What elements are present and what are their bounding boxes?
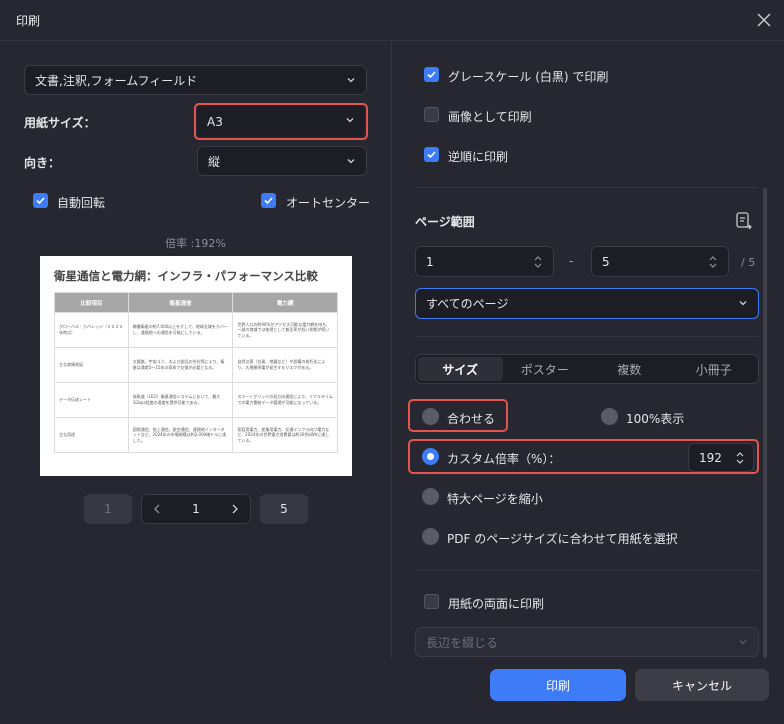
grayscale-label: グレースケール (白黒) で印刷 xyxy=(448,70,609,84)
chevron-left-icon[interactable] xyxy=(152,503,162,515)
check-icon xyxy=(427,71,436,79)
print-button[interactable]: 印刷 xyxy=(490,669,626,701)
shrink-label: 特大ページを縮小 xyxy=(447,492,543,506)
tab-size[interactable]: サイズ xyxy=(418,357,503,381)
close-icon[interactable] xyxy=(754,10,774,30)
dialog-title: 印刷 xyxy=(16,14,41,28)
fit-label: 合わせる xyxy=(447,412,496,426)
panel-divider xyxy=(391,41,392,659)
section-divider xyxy=(415,570,759,571)
stepper-icon[interactable] xyxy=(708,254,718,270)
content-select[interactable]: 文書,注釈,フォームフィールド xyxy=(24,65,367,95)
cancel-button[interactable]: キャンセル xyxy=(635,669,769,701)
table-row: グローバル・カバレッジ（２０２４年時点） 稼働衛星の約7,000以上を介して、地… xyxy=(54,312,338,348)
tab-booklet[interactable]: 小冊子 xyxy=(672,357,757,381)
preview-header: 比較項目 xyxy=(54,292,129,313)
as-image-label: 画像として印刷 xyxy=(448,110,532,124)
pdf-page-size-label: PDF のページサイズに合わせて用紙を選択 xyxy=(447,532,678,546)
last-page-button[interactable]: 5 xyxy=(260,494,308,524)
paper-size-label: 用紙サイズ： xyxy=(24,116,96,130)
preview-cell: 世界人口の約90%がアクセス可能な電力網を持ち、一部の地域では依然として普及率が… xyxy=(232,312,338,348)
stepper-icon[interactable] xyxy=(533,254,543,270)
chevron-right-icon[interactable] xyxy=(230,503,240,515)
duplex-label: 用紙の両面に印刷 xyxy=(448,597,545,611)
preview-title: 衛星通信と電力網：インフラ・パフォーマンス比較 xyxy=(54,269,318,283)
orientation-label: 向き： xyxy=(24,156,61,170)
header-divider xyxy=(0,40,784,41)
reverse-order-label: 逆順に印刷 xyxy=(448,150,509,164)
preview-cell: 主な用途 xyxy=(54,417,129,453)
check-icon xyxy=(427,151,436,159)
actual-size-radio[interactable] xyxy=(601,408,618,425)
binding-select[interactable]: 長辺を綴じる xyxy=(415,627,759,657)
preview-cell: グローバル・カバレッジ（２０２４年時点） xyxy=(54,312,129,348)
preview-header: 衛星通信 xyxy=(127,292,234,313)
preview-cell: スマートグリッドの双方向通信により、リアルタイムでの電力需給データ管理が可能にな… xyxy=(232,382,338,418)
as-image-checkbox[interactable] xyxy=(424,107,439,122)
shrink-radio[interactable] xyxy=(422,488,439,505)
auto-center-checkbox[interactable] xyxy=(261,193,276,208)
preview-table: 比較項目 衛星通信 電力網 グローバル・カバレッジ（２０２４年時点） 稼働衛星の… xyxy=(54,292,338,453)
print-preview: 衛星通信と電力網：インフラ・パフォーマンス比較 比較項目 衛星通信 電力網 グロ… xyxy=(40,256,352,476)
page-range-label: ページ範囲 xyxy=(415,215,475,229)
pdf-page-size-radio[interactable] xyxy=(422,528,439,545)
auto-center-label: オートセンター xyxy=(286,196,371,210)
page-range-icon[interactable] xyxy=(735,211,753,231)
tab-poster[interactable]: ポスター xyxy=(503,357,588,381)
preview-header: 電力網 xyxy=(232,292,338,313)
fit-radio[interactable] xyxy=(422,408,439,425)
section-divider xyxy=(415,187,759,188)
chevron-down-icon xyxy=(346,118,354,123)
check-icon xyxy=(264,197,273,205)
stepper-icon[interactable] xyxy=(735,450,745,466)
range-dash: - xyxy=(569,254,574,268)
preview-cell: 自然災害（台風、地震など）や設備の老朽化により、大規模停電が発生するリスクがある… xyxy=(232,347,338,383)
chevron-down-icon xyxy=(739,301,747,306)
range-from-input[interactable]: 1 xyxy=(415,246,554,277)
grayscale-checkbox[interactable] xyxy=(424,67,439,82)
first-page-button[interactable]: 1 xyxy=(84,494,132,524)
chevron-down-icon xyxy=(347,78,355,83)
preview-cell: 低軌道（LEO）衛星通信システムにおいて、最大1Gbps程度の速度を提供可能であ… xyxy=(127,382,234,418)
current-page[interactable]: 1 xyxy=(192,502,200,516)
table-row: 主な故障原因 太陽嵐、宇宙ゴミ、および部品の劣化等により、衛星は通常5〜15年の… xyxy=(54,347,338,383)
reverse-order-checkbox[interactable] xyxy=(424,147,439,162)
paper-size-select[interactable]: A3 xyxy=(197,106,365,137)
preview-cell: 稼働衛星の約7,000以上を介して、地球全域をカバーし、遠隔地への通信を可能にし… xyxy=(127,312,234,348)
auto-rotate-checkbox[interactable] xyxy=(33,193,48,208)
section-divider xyxy=(415,336,759,337)
preview-cell: 家庭用電力、産業用電力、交通インフラ向け電力など、2024年の世界電力消費量は約… xyxy=(232,417,338,453)
range-total: / 5 xyxy=(741,256,756,269)
table-row: データ伝送レート 低軌道（LEO）衛星通信システムにおいて、最大1Gbps程度の… xyxy=(54,382,338,418)
page-navigator: 1 xyxy=(141,494,251,524)
tab-multiple[interactable]: 複数 xyxy=(587,357,672,381)
chevron-down-icon xyxy=(347,159,355,164)
actual-size-label: 100%表示 xyxy=(626,412,685,426)
table-row: 主な用途 国際通信、船上通信、航空通信、遠隔地インターネットなど、2024年の市… xyxy=(54,417,338,453)
check-icon xyxy=(36,197,45,205)
custom-scale-input[interactable]: 192 xyxy=(688,443,754,472)
preview-cell: データ伝送レート xyxy=(54,382,129,418)
scale-readout: 倍率 :192% xyxy=(165,237,226,250)
scrollbar[interactable] xyxy=(763,188,767,658)
orientation-select[interactable]: 縦 xyxy=(197,146,367,176)
range-to-input[interactable]: 5 xyxy=(591,246,729,277)
page-subset-select[interactable]: すべてのページ xyxy=(415,288,759,319)
custom-scale-label: カスタム倍率（%）： xyxy=(447,452,561,466)
layout-tabs: サイズ ポスター 複数 小冊子 xyxy=(415,354,759,384)
chevron-down-icon xyxy=(739,640,747,645)
preview-cell: 国際通信、船上通信、航空通信、遠隔地インターネットなど、2024年の市場規模は約… xyxy=(127,417,234,453)
duplex-checkbox[interactable] xyxy=(424,594,439,609)
custom-scale-radio[interactable] xyxy=(422,448,439,465)
preview-cell: 主な故障原因 xyxy=(54,347,129,383)
preview-cell: 太陽嵐、宇宙ゴミ、および部品の劣化等により、衛星は通常5〜15年の寿命で交換が必… xyxy=(127,347,234,383)
auto-rotate-label: 自動回転 xyxy=(57,196,106,210)
